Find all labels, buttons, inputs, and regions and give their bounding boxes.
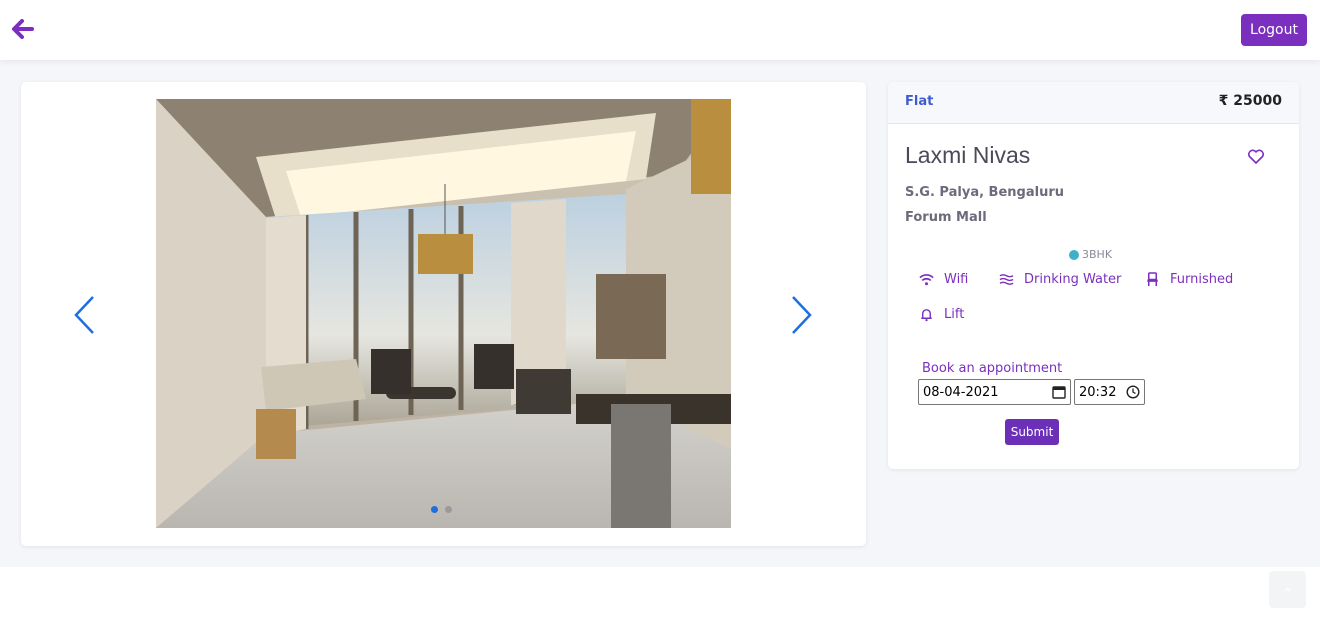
amenity-label: Drinking Water xyxy=(1024,272,1122,287)
scroll-to-top-button[interactable] xyxy=(1269,571,1306,608)
amenity-drinking-water: Drinking Water xyxy=(999,272,1121,287)
water-icon xyxy=(999,274,1014,285)
carousel-dot-2[interactable] xyxy=(445,506,452,513)
bhk-dot-icon xyxy=(1069,249,1079,260)
bhk-badge: 3BHK xyxy=(1069,248,1112,261)
amenity-lift: Lift xyxy=(919,307,964,322)
heart-icon[interactable] xyxy=(1248,149,1264,164)
submit-button[interactable]: Submit xyxy=(1005,419,1059,445)
logout-button[interactable]: Logout xyxy=(1241,14,1307,46)
bell-icon xyxy=(921,309,932,322)
property-photo xyxy=(156,99,731,528)
appointment-time-input[interactable]: 20:32 xyxy=(1074,379,1145,405)
calendar-icon[interactable] xyxy=(1052,385,1066,399)
card-header: Flat ₹ 25000 xyxy=(888,82,1299,124)
property-price: ₹ 25000 xyxy=(1218,93,1282,109)
wifi-icon xyxy=(919,274,934,286)
amenity-label: Furnished xyxy=(1170,272,1234,287)
amenity-label: Wifi xyxy=(944,272,969,287)
appointment-label: Book an appointment xyxy=(922,361,1063,376)
carousel-dot-1[interactable] xyxy=(431,506,438,513)
amenity-furnished: Furnished xyxy=(1145,272,1233,287)
date-value: 08-04-2021 xyxy=(923,384,999,400)
property-name: Laxmi Nivas xyxy=(905,142,1031,168)
amenity-wifi: Wifi xyxy=(919,272,968,287)
chevron-right-icon[interactable] xyxy=(787,293,815,337)
top-bar: Logout xyxy=(0,0,1320,60)
chair-icon xyxy=(1147,272,1158,287)
address-line-1: S.G. Palya, Bengaluru xyxy=(905,185,1064,200)
carousel-indicators xyxy=(431,506,452,513)
chevron-up-icon xyxy=(1284,587,1291,592)
time-value: 20:32 xyxy=(1079,384,1117,400)
arrow-left-icon[interactable] xyxy=(12,19,34,39)
chevron-left-icon[interactable] xyxy=(71,293,99,337)
appointment-date-input[interactable]: 08-04-2021 xyxy=(918,379,1071,405)
image-carousel xyxy=(21,82,866,546)
address-line-2: Forum Mall xyxy=(905,210,987,225)
property-details-card: Flat ₹ 25000 Laxmi Nivas S.G. Palya, Ben… xyxy=(888,82,1299,469)
amenity-label: Lift xyxy=(944,307,965,322)
property-type: Flat xyxy=(905,94,934,109)
main-content: Flat ₹ 25000 Laxmi Nivas S.G. Palya, Ben… xyxy=(0,60,1320,567)
clock-icon[interactable] xyxy=(1126,385,1140,399)
bhk-label: 3BHK xyxy=(1082,248,1113,261)
